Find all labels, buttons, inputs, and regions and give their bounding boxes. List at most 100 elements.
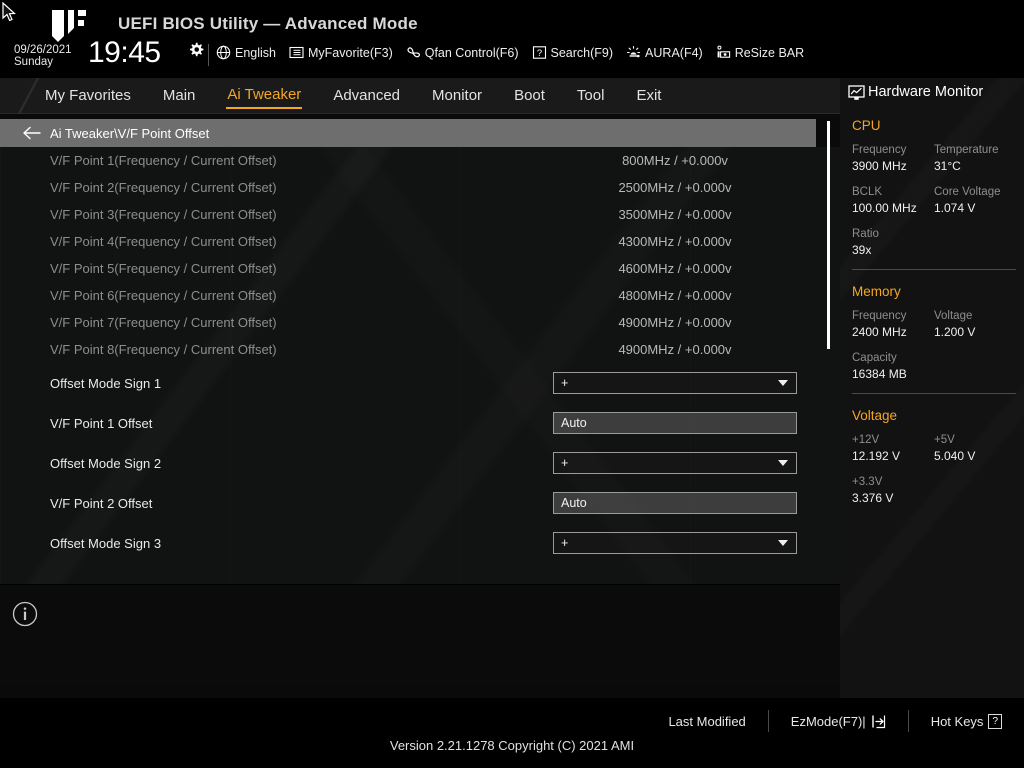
datetime-display: 09/26/2021 Sunday — [14, 44, 72, 68]
settings-row-value: 4600MHz / +0.000v — [553, 261, 797, 276]
select-value: + — [561, 456, 568, 470]
settings-panel: V/F Point 1(Frequency / Current Offset) 8… — [0, 147, 840, 584]
list-icon — [289, 45, 304, 60]
aura-light-icon — [626, 45, 641, 60]
hw-stat-key: BCLK — [852, 185, 934, 200]
settings-row-label: V/F Point 8(Frequency / Current Offset) — [50, 342, 277, 357]
vf-point-offset-input[interactable]: Auto — [553, 492, 797, 514]
settings-row-list: V/F Point 1(Frequency / Current Offset) 8… — [0, 147, 816, 563]
tab-boot[interactable]: Boot — [513, 85, 546, 108]
hw-stat-value: 12.192 V — [852, 448, 934, 464]
main-navigation: My Favorites Main Ai Tweaker Advanced Mo… — [0, 78, 840, 114]
hw-stat-row: +12V12.192 V+5V5.040 V — [852, 433, 1016, 464]
hw-stat-row: Frequency3900 MHzTemperature31°C — [852, 143, 1016, 174]
info-circle-icon[interactable] — [12, 601, 38, 627]
hw-stat-value: 2400 MHz — [852, 324, 934, 340]
chevron-down-icon — [778, 380, 788, 386]
hotkeys-label: Hot Keys — [931, 714, 984, 729]
toolbar-label: AURA(F4) — [645, 46, 703, 60]
settings-row: V/F Point 2(Frequency / Current Offset)2… — [0, 174, 816, 201]
tab-list: My Favorites Main Ai Tweaker Advanced Mo… — [44, 78, 662, 114]
offset-mode-sign-select[interactable]: + — [553, 372, 797, 394]
hw-stat-key: Capacity — [852, 351, 934, 366]
hw-section-divider — [852, 393, 1016, 394]
hotkeys-button[interactable]: Hot Keys ? — [909, 714, 1024, 729]
hw-stat-row: Frequency2400 MHzVoltage1.200 V — [852, 309, 1016, 340]
settings-row-label: V/F Point 1(Frequency / Current Offset) — [50, 153, 277, 168]
hw-stat-row: +3.3V3.376 V — [852, 475, 1016, 506]
hw-stat-key: Voltage — [934, 309, 1016, 324]
fan-icon — [406, 45, 421, 60]
gear-icon[interactable] — [188, 42, 204, 58]
chevron-down-icon — [778, 540, 788, 546]
settings-row[interactable]: V/F Point 2 OffsetAuto — [0, 483, 816, 523]
select-value: + — [561, 536, 568, 550]
toolbar-item-myfavorite[interactable]: MyFavorite(F3) — [289, 45, 393, 60]
hw-section-title: Voltage — [852, 408, 1016, 423]
settings-row-label: V/F Point 3(Frequency / Current Offset) — [50, 207, 277, 222]
toolbar-item-english[interactable]: English — [216, 45, 276, 60]
hw-stat-key: +12V — [852, 433, 934, 448]
tab-ai-tweaker[interactable]: Ai Tweaker — [226, 84, 302, 109]
hw-stat-cell: Temperature31°C — [934, 143, 1016, 174]
info-panel — [0, 584, 840, 686]
settings-row: V/F Point 1(Frequency / Current Offset) 8… — [0, 147, 816, 174]
hw-stat-cell: Voltage1.200 V — [934, 309, 1016, 340]
toolbar-item-qfan-control[interactable]: Qfan Control(F6) — [406, 45, 519, 60]
hw-stat-key: +3.3V — [852, 475, 934, 490]
breadcrumb: Ai Tweaker\V/F Point Offset — [0, 119, 816, 147]
hw-stat-cell: +5V5.040 V — [934, 433, 1016, 464]
back-arrow-icon[interactable] — [22, 126, 42, 140]
hw-stat-key: +5V — [934, 433, 1016, 448]
settings-row: V/F Point 7(Frequency / Current Offset)4… — [0, 309, 816, 336]
settings-row-value: 4900MHz / +0.000v — [553, 342, 797, 357]
tab-exit[interactable]: Exit — [635, 85, 662, 108]
tab-tool[interactable]: Tool — [576, 85, 606, 108]
toolbar-item-resize-bar[interactable]: ReSize BAR — [716, 45, 804, 60]
settings-row-value: 3500MHz / +0.000v — [553, 207, 797, 222]
last-modified-button[interactable]: Last Modified — [646, 714, 767, 729]
hw-stat-value: 31°C — [934, 158, 1016, 174]
hw-stat-cell: +12V12.192 V — [852, 433, 934, 464]
settings-row[interactable]: Offset Mode Sign 1 + — [0, 363, 816, 403]
offset-mode-sign-select[interactable]: + — [553, 452, 797, 474]
hw-stat-value: 16384 MB — [852, 366, 934, 382]
tab-advanced[interactable]: Advanced — [332, 85, 401, 108]
tab-main[interactable]: Main — [162, 85, 197, 108]
hw-stat-value: 3900 MHz — [852, 158, 934, 174]
settings-row[interactable]: Offset Mode Sign 2+ — [0, 443, 816, 483]
settings-row-value: 800MHz / +0.000v — [553, 153, 797, 168]
hw-stat-key: Ratio — [852, 227, 934, 242]
hw-stat-key: Frequency — [852, 143, 934, 158]
tab-my-favorites[interactable]: My Favorites — [44, 85, 132, 108]
offset-mode-sign-select[interactable]: + — [553, 532, 797, 554]
settings-row-label: Offset Mode Sign 1 — [50, 376, 161, 391]
weekday-label: Sunday — [14, 56, 72, 68]
hw-stat-value: 100.00 MHz — [852, 200, 934, 216]
question-box-icon: ? — [532, 45, 547, 60]
hw-stat-value: 39x — [852, 242, 934, 258]
hw-stat-cell: Core Voltage1.074 V — [934, 185, 1016, 216]
globe-icon — [216, 45, 231, 60]
scrollbar-thumb[interactable] — [827, 121, 830, 349]
toolbar-label: Search(F9) — [551, 46, 614, 60]
settings-row[interactable]: V/F Point 1 Offset Auto — [0, 403, 816, 443]
hw-stat-value: 5.040 V — [934, 448, 1016, 464]
settings-row-label: V/F Point 1 Offset — [50, 416, 152, 431]
ezmode-button[interactable]: EzMode(F7)| — [769, 714, 908, 729]
content-scrollbar[interactable] — [827, 119, 831, 585]
settings-row-value: 2500MHz / +0.000v — [553, 180, 797, 195]
toolbar-item-search[interactable]: ? Search(F9) — [532, 45, 614, 60]
settings-row-value: 4800MHz / +0.000v — [553, 288, 797, 303]
hw-stat-key: Temperature — [934, 143, 1016, 158]
footer-actions: Last Modified EzMode(F7)| Hot Keys ? — [646, 710, 1024, 732]
version-label: Version 2.21.1278 Copyright (C) 2021 AMI — [0, 738, 1024, 753]
settings-row[interactable]: Offset Mode Sign 3 + — [0, 523, 816, 563]
tab-monitor[interactable]: Monitor — [431, 85, 483, 108]
breadcrumb-path: Ai Tweaker\V/F Point Offset — [50, 126, 209, 141]
select-value: + — [561, 376, 568, 390]
settings-row-label: V/F Point 4(Frequency / Current Offset) — [50, 234, 277, 249]
toolbar-item-aura[interactable]: AURA(F4) — [626, 45, 703, 60]
settings-row-label: Offset Mode Sign 3 — [50, 536, 161, 551]
vf-point-offset-input[interactable]: Auto — [553, 412, 797, 434]
